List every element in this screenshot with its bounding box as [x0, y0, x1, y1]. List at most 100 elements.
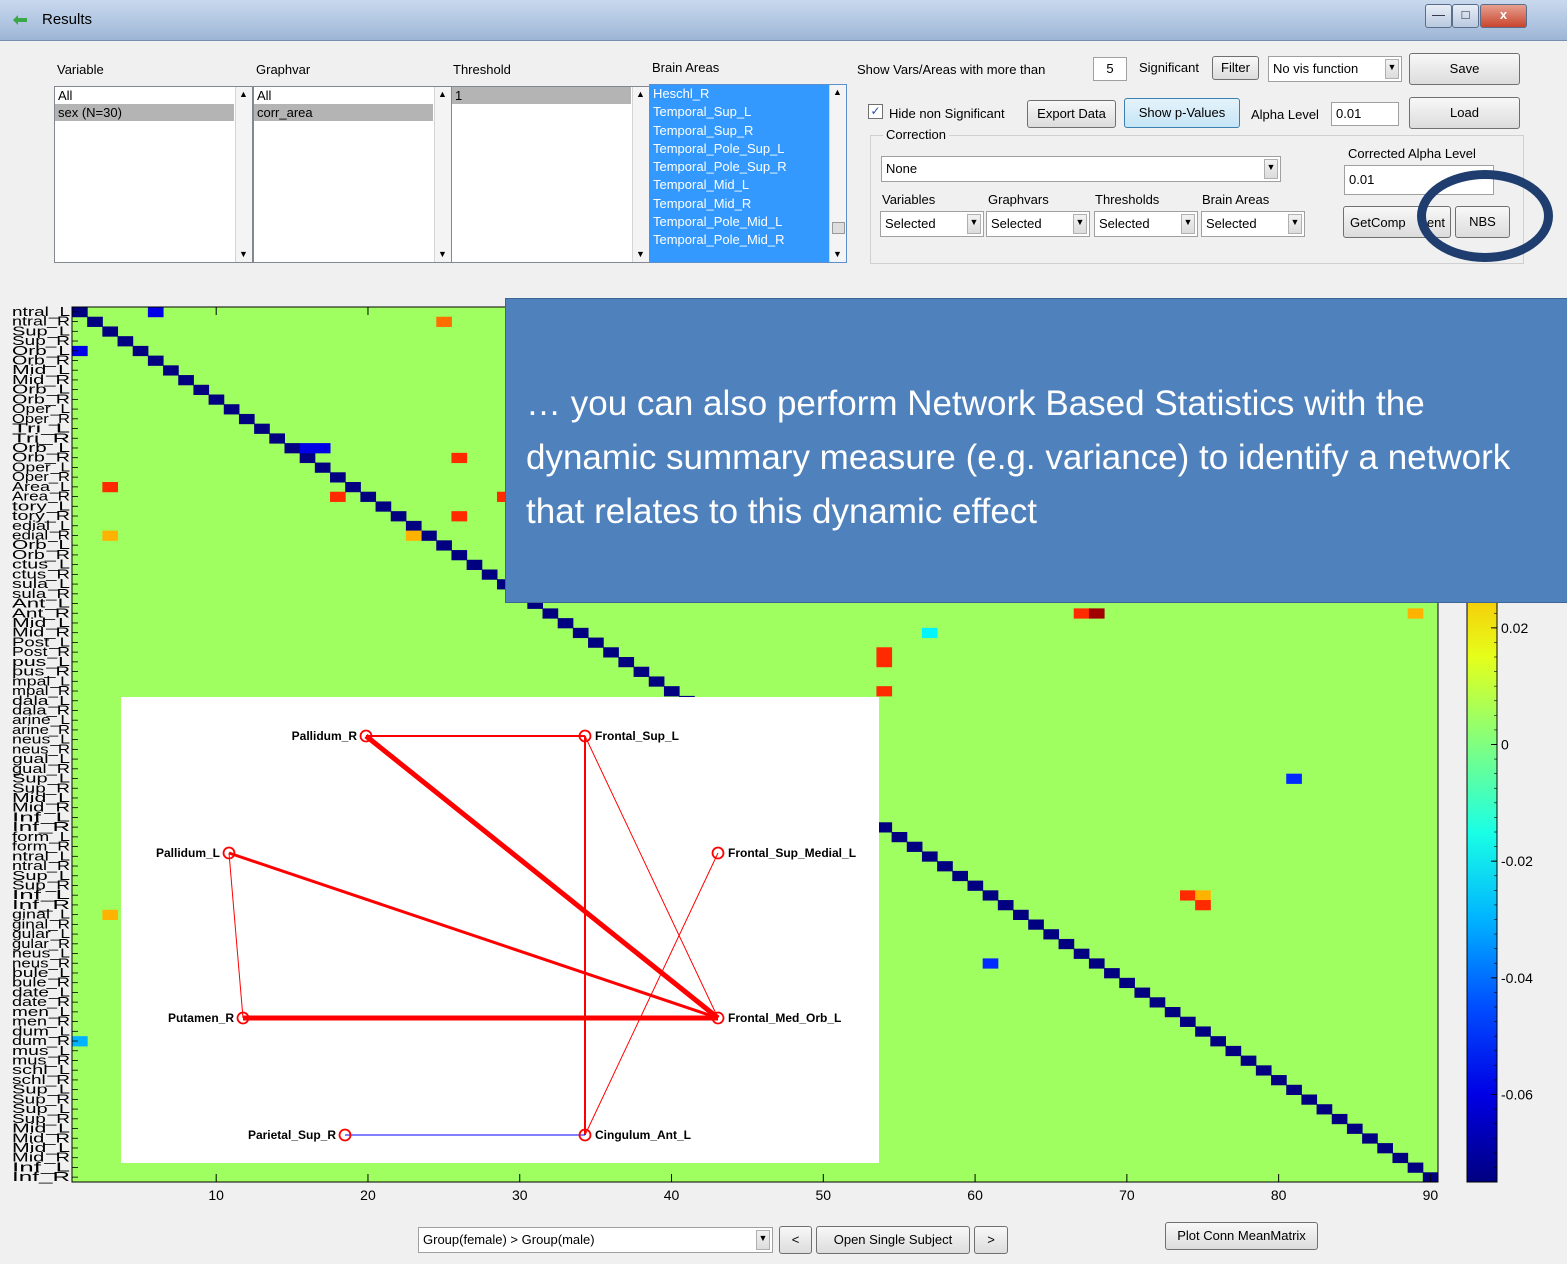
show-vars-input[interactable]: 5: [1093, 57, 1127, 81]
matrix-cell-diagonal: [1088, 958, 1105, 969]
brain-areas-label: Brain Areas: [652, 60, 720, 75]
load-button[interactable]: Load: [1409, 97, 1520, 129]
matrix-cell-diagonal: [997, 900, 1014, 911]
variable-listbox[interactable]: All sex (N=30) ▲ ▼: [54, 86, 253, 263]
scroll-up-icon[interactable]: ▲: [636, 89, 645, 99]
brain-area-item[interactable]: Temporal_Mid_L: [650, 176, 826, 194]
brain-area-item[interactable]: Temporal_Sup_R: [650, 122, 826, 140]
list-item-selected[interactable]: 1: [452, 87, 631, 104]
matrix-cell-diagonal: [1255, 1065, 1272, 1076]
brain-area-item[interactable]: Temporal_Sup_L: [650, 103, 826, 121]
matrix-cell-diagonal: [421, 530, 437, 541]
matrix-cell-diagonal: [1362, 1133, 1378, 1144]
scroll-down-icon[interactable]: ▼: [239, 249, 248, 259]
matrix-cell-diagonal: [481, 569, 498, 580]
minimize-button[interactable]: —: [1425, 4, 1452, 28]
chevron-down-icon[interactable]: ▼: [1073, 214, 1087, 234]
scrollbar[interactable]: ▲ ▼: [434, 87, 451, 262]
list-item-selected[interactable]: sex (N=30): [55, 104, 234, 121]
matrix-cell-diagonal: [1149, 997, 1166, 1008]
chevron-down-icon[interactable]: ▼: [1385, 59, 1399, 79]
matrix-cell: [299, 443, 316, 454]
matrix-cell-diagonal: [360, 491, 377, 502]
brain-area-item[interactable]: Temporal_Pole_Mid_L: [650, 213, 826, 231]
export-data-button[interactable]: Export Data: [1027, 100, 1116, 128]
scrollbar[interactable]: ▲ ▼: [235, 87, 252, 262]
correction-label: Correction: [883, 127, 949, 142]
matrix-cell: [314, 443, 331, 454]
x-tick-label: 20: [360, 1187, 376, 1203]
select-value: Selected: [885, 216, 936, 231]
colorbar-tick-label: -0.06: [1501, 1087, 1533, 1103]
select-value: Selected: [1206, 216, 1257, 231]
chevron-down-icon[interactable]: ▼: [756, 1230, 770, 1250]
prev-subject-button[interactable]: <: [779, 1226, 812, 1254]
graphvars-select[interactable]: Selected ▼: [986, 211, 1090, 237]
list-item[interactable]: All: [55, 87, 252, 104]
matrix-cell-diagonal: [284, 443, 301, 454]
brain-areas-listbox[interactable]: Heschl_R Temporal_Sup_L Temporal_Sup_R Temp…: [649, 84, 847, 263]
filter-button[interactable]: Filter: [1212, 56, 1259, 80]
list-item[interactable]: All: [254, 87, 451, 104]
x-tick-label: 30: [512, 1187, 528, 1203]
matrix-cell-diagonal: [1377, 1143, 1393, 1154]
scroll-up-icon[interactable]: ▲: [833, 87, 842, 97]
vis-function-select[interactable]: No vis function ▼: [1268, 56, 1402, 82]
next-subject-button[interactable]: >: [974, 1226, 1008, 1254]
scroll-down-icon[interactable]: ▼: [833, 249, 842, 259]
chevron-down-icon[interactable]: ▼: [1288, 214, 1302, 234]
close-button[interactable]: x: [1480, 4, 1527, 28]
scroll-up-icon[interactable]: ▲: [438, 89, 447, 99]
alpha-level-input[interactable]: 0.01: [1331, 102, 1399, 126]
brain-area-item[interactable]: Temporal_Mid_R: [650, 195, 826, 213]
scroll-down-icon[interactable]: ▼: [438, 249, 447, 259]
matrix-cell-diagonal: [117, 336, 134, 347]
correction-select[interactable]: None ▼: [881, 156, 1281, 182]
chevron-down-icon[interactable]: ▼: [1264, 159, 1278, 179]
matrix-cell-diagonal: [254, 423, 270, 434]
open-single-subject-button[interactable]: Open Single Subject: [816, 1226, 970, 1254]
brain-area-item[interactable]: Temporal_Pole_Sup_L: [650, 140, 826, 158]
chevron-down-icon[interactable]: ▼: [967, 214, 981, 234]
matrix-cell: [1195, 900, 1211, 911]
scroll-up-icon[interactable]: ▲: [239, 89, 248, 99]
graph-edge: [228, 852, 244, 1019]
scrollbar[interactable]: ▲ ▼: [632, 87, 649, 262]
nbs-network-graph: Pallidum_R Frontal_Sup_L Pallidum_L Frontal…: [121, 697, 879, 1163]
matrix-cell-diagonal: [147, 355, 164, 366]
matrix-cell-diagonal: [588, 637, 604, 648]
matrix-cell-diagonal: [1119, 977, 1135, 989]
matrix-cell-diagonal: [299, 452, 316, 464]
colorbar-tick-label: 0: [1501, 737, 1509, 753]
plot-conn-meanmatrix-button[interactable]: Plot Conn MeanMatrix: [1165, 1222, 1318, 1250]
save-button[interactable]: Save: [1409, 53, 1520, 85]
variables-select[interactable]: Selected ▼: [880, 211, 984, 237]
brain-area-item[interactable]: Heschl_R: [650, 85, 826, 103]
hide-nonsig-label: Hide non Significant: [889, 106, 1005, 121]
matrix-cell-diagonal: [1134, 987, 1151, 998]
list-item-selected[interactable]: corr_area: [254, 104, 433, 121]
threshold-listbox[interactable]: 1 ▲ ▼: [451, 86, 650, 263]
maximize-button[interactable]: □: [1452, 4, 1479, 28]
brain-area-item[interactable]: Temporal_Pole_Mid_R: [650, 231, 826, 249]
matrix-cell-diagonal: [1164, 1007, 1181, 1018]
matrix-cell-diagonal: [238, 413, 255, 425]
contrast-select[interactable]: Group(female) > Group(male) ▼: [418, 1227, 773, 1253]
brain-areas-select[interactable]: Selected ▼: [1201, 211, 1305, 237]
graph-edge: [228, 851, 719, 1020]
brain-area-item[interactable]: Temporal_Pole_Sup_R: [650, 158, 826, 176]
scrollbar[interactable]: ▲ ▼: [829, 85, 846, 262]
graphvar-listbox[interactable]: All corr_area ▲ ▼: [253, 86, 452, 263]
scroll-down-icon[interactable]: ▼: [636, 249, 645, 259]
show-pvalues-button[interactable]: Show p-Values: [1124, 98, 1240, 128]
matrix-cell: [102, 909, 119, 920]
hide-nonsig-checkbox[interactable]: ✓: [868, 104, 883, 119]
matrix-cell-diagonal: [557, 618, 574, 629]
variable-label: Variable: [57, 62, 104, 77]
thresholds-select[interactable]: Selected ▼: [1094, 211, 1198, 237]
matrix-cell: [1088, 608, 1105, 619]
matrix-cell-diagonal: [921, 851, 938, 862]
chevron-down-icon[interactable]: ▼: [1181, 214, 1195, 234]
select-value: Selected: [1099, 216, 1150, 231]
scroll-thumb[interactable]: [832, 222, 845, 234]
